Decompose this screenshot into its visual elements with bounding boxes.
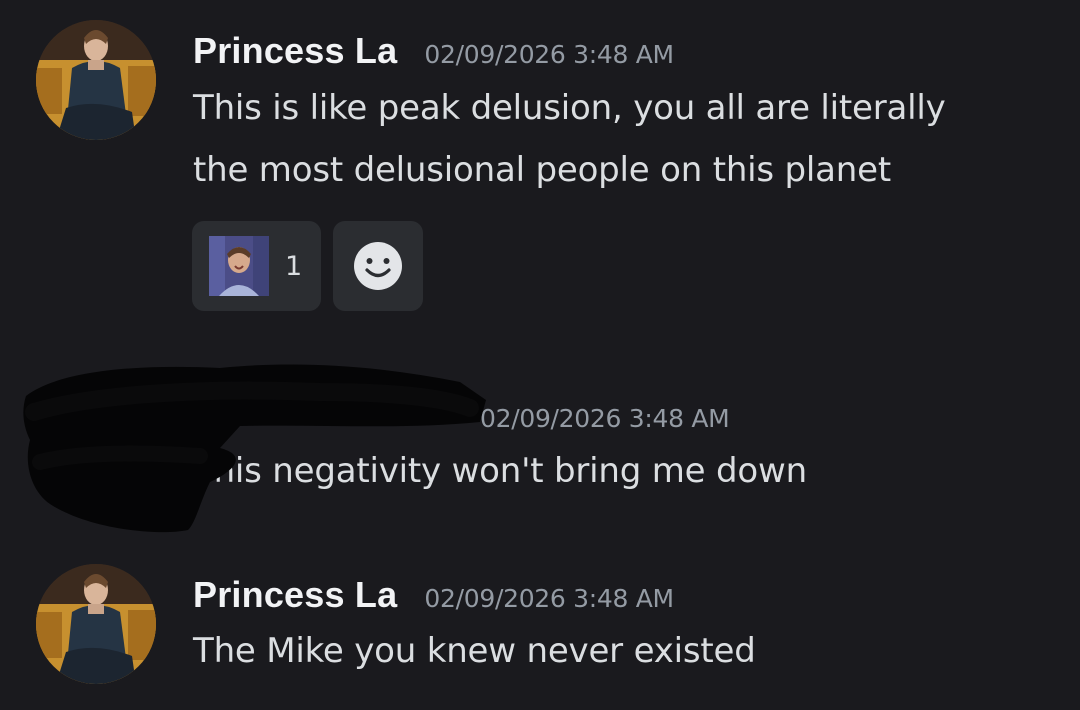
avatar-image (36, 20, 156, 140)
timestamp: 02/09/2026 3:48 AM (424, 584, 674, 613)
message-3: Princess La 02/09/2026 3:48 AM The Mike … (0, 550, 1080, 710)
message-line: The Mike you knew never existed (193, 631, 756, 671)
avatar-image (36, 564, 156, 684)
smiley-face-icon (354, 242, 402, 290)
user-avatar[interactable] (36, 20, 156, 140)
user-avatar[interactable] (36, 564, 156, 684)
message-header: Princess La 02/09/2026 3:48 AM (193, 30, 674, 72)
reaction-count: 1 (285, 250, 303, 282)
message-content: The Mike you knew never existed (193, 620, 756, 682)
add-reaction-button[interactable] (333, 221, 423, 311)
timestamp: 02/09/2026 3:48 AM (424, 40, 674, 69)
reactions-bar: 1 (192, 221, 423, 311)
username[interactable]: Princess La (193, 574, 397, 615)
message-header: Princess La 02/09/2026 3:48 AM (193, 574, 674, 616)
message-line: This is like peak delusion, you all are … (193, 88, 946, 128)
redaction-scribble (23, 364, 486, 533)
username[interactable]: Princess La (193, 30, 397, 71)
reaction-pill[interactable]: 1 (192, 221, 321, 311)
message-header: 02/09/2026 3:48 AM (480, 394, 730, 436)
person-photo-emoji-icon (209, 236, 269, 296)
message-1: Princess La 02/09/2026 3:48 AM This is l… (0, 0, 1080, 330)
timestamp: 02/09/2026 3:48 AM (480, 404, 730, 433)
message-line: the most delusional people on this plane… (193, 150, 891, 190)
message-content: This is like peak delusion, you all are … (193, 77, 946, 201)
